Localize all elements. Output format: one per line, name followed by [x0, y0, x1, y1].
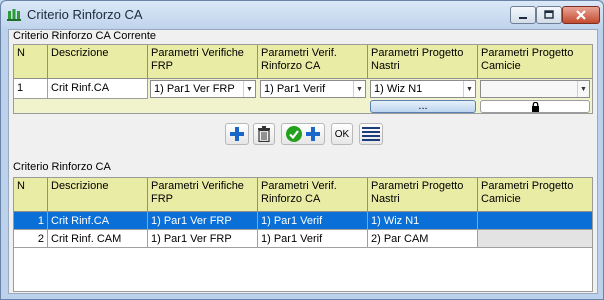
header-ca: Parametri Verif. Rinforzo CA	[258, 178, 368, 212]
header-nastri: Parametri Progetto Nastri	[368, 45, 478, 79]
chevron-down-icon[interactable]: ▼	[577, 81, 589, 97]
app-window: Criterio Rinforzo CA Criterio Rinforzo C…	[0, 0, 604, 300]
ca-combo[interactable]: 1) Par1 Verif ▼	[260, 80, 366, 98]
trash-icon	[258, 126, 270, 142]
frp-combo[interactable]: 1) Par1 Ver FRP ▼	[150, 80, 256, 98]
confirm-add-button[interactable]	[281, 123, 325, 145]
list-icon	[362, 127, 380, 141]
minimize-icon	[519, 17, 527, 19]
current-grid: N Descrizione Parametri Verifiche FRP Pa…	[13, 44, 593, 114]
current-section-label: Criterio Rinforzo CA Corrente	[13, 30, 157, 42]
header-descrizione: Descrizione	[48, 178, 148, 212]
header-n: N	[14, 45, 48, 79]
list-section-label: Criterio Rinforzo CA	[13, 161, 111, 173]
ca-combo-value: 1) Par1 Verif	[264, 83, 326, 95]
row-n: 2	[14, 230, 48, 248]
minimize-button[interactable]	[510, 6, 536, 24]
client-area: Criterio Rinforzo CA Corrente N Descrizi…	[8, 29, 598, 294]
row-n: 1	[14, 212, 48, 230]
frp-combo-value: 1) Par1 Ver FRP	[154, 83, 235, 95]
row-descrizione: Crit Rinf. CAM	[48, 230, 148, 248]
row-frp: 1) Par1 Ver FRP	[148, 212, 258, 230]
list-grid: N Descrizione Parametri Verifiche FRP Pa…	[13, 177, 593, 292]
header-camicie: Parametri Progetto Camicie	[478, 178, 592, 212]
row-camicie	[478, 230, 592, 248]
chevron-down-icon[interactable]: ▼	[463, 81, 475, 97]
row-ca: 1) Par1 Verif	[258, 212, 368, 230]
window-title: Criterio Rinforzo CA	[27, 7, 143, 22]
camicie-lock-button[interactable]	[480, 100, 590, 113]
header-frp: Parametri Verifiche FRP	[148, 45, 258, 79]
title-bar[interactable]: Criterio Rinforzo CA	[1, 1, 603, 28]
row-nastri: 2) Par CAM	[368, 230, 478, 248]
ok-button[interactable]: OK	[331, 123, 353, 145]
row-ca: 1) Par1 Verif	[258, 230, 368, 248]
row-frp: 1) Par1 Ver FRP	[148, 230, 258, 248]
row-nastri: 1) Wiz N1	[368, 212, 478, 230]
close-icon	[576, 10, 586, 20]
close-button[interactable]	[562, 6, 600, 24]
header-camicie: Parametri Progetto Camicie	[478, 45, 592, 79]
list-view-button[interactable]	[359, 123, 383, 145]
app-icon	[7, 9, 21, 21]
camicie-combo[interactable]: ▼	[480, 80, 590, 98]
plus-icon	[306, 127, 320, 141]
chevron-down-icon[interactable]: ▼	[353, 81, 365, 97]
maximize-icon	[544, 10, 554, 19]
row-descrizione: Crit Rinf.CA	[48, 212, 148, 230]
add-button[interactable]	[225, 123, 249, 145]
header-descrizione: Descrizione	[48, 45, 148, 79]
nastri-combo[interactable]: 1) Wiz N1 ▼	[370, 80, 476, 98]
plus-icon	[230, 127, 244, 141]
nastri-combo-value: 1) Wiz N1	[374, 83, 423, 95]
chevron-down-icon[interactable]: ▼	[243, 81, 255, 97]
lock-icon	[531, 101, 539, 112]
check-circle-icon	[286, 126, 302, 142]
header-nastri: Parametri Progetto Nastri	[368, 178, 478, 212]
header-frp: Parametri Verifiche FRP	[148, 178, 258, 212]
maximize-button[interactable]	[536, 6, 562, 24]
header-n: N	[14, 178, 48, 212]
row-camicie	[478, 212, 592, 230]
header-ca: Parametri Verif. Rinforzo CA	[258, 45, 368, 79]
nastri-ellipsis-button[interactable]: ...	[370, 100, 476, 113]
current-row-n: 1	[14, 79, 48, 99]
current-row-descrizione[interactable]: Crit Rinf.CA	[48, 79, 148, 99]
delete-button[interactable]	[253, 123, 275, 145]
